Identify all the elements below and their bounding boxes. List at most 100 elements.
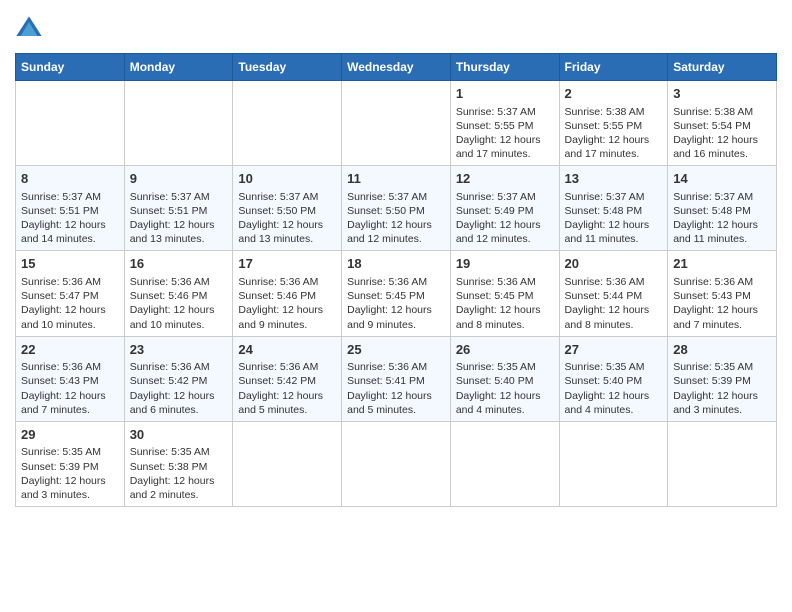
day-number: 27 [565, 341, 663, 359]
calendar-cell: 25Sunrise: 5:36 AMSunset: 5:41 PMDayligh… [342, 336, 451, 421]
calendar-cell: 17Sunrise: 5:36 AMSunset: 5:46 PMDayligh… [233, 251, 342, 336]
sunrise-text: Sunrise: 5:37 AM [130, 191, 210, 203]
sunset-text: Sunset: 5:55 PM [456, 120, 534, 132]
calendar-cell: 29Sunrise: 5:35 AMSunset: 5:39 PMDayligh… [16, 421, 125, 506]
sunrise-text: Sunrise: 5:38 AM [565, 106, 645, 118]
week-row-4: 22Sunrise: 5:36 AMSunset: 5:43 PMDayligh… [16, 336, 777, 421]
calendar-cell [16, 81, 125, 166]
page-header [15, 15, 777, 43]
sunrise-text: Sunrise: 5:36 AM [21, 361, 101, 373]
col-header-monday: Monday [124, 54, 233, 81]
sunrise-text: Sunrise: 5:36 AM [347, 276, 427, 288]
sunset-text: Sunset: 5:45 PM [347, 290, 425, 302]
sunset-text: Sunset: 5:40 PM [456, 375, 534, 387]
day-number: 30 [130, 426, 228, 444]
daylight-text: Daylight: 12 hours and 10 minutes. [21, 304, 106, 330]
calendar-cell: 22Sunrise: 5:36 AMSunset: 5:43 PMDayligh… [16, 336, 125, 421]
day-number: 18 [347, 255, 445, 273]
sunset-text: Sunset: 5:39 PM [21, 461, 99, 473]
calendar-cell: 2Sunrise: 5:38 AMSunset: 5:55 PMDaylight… [559, 81, 668, 166]
calendar-table: SundayMondayTuesdayWednesdayThursdayFrid… [15, 53, 777, 507]
day-number: 28 [673, 341, 771, 359]
daylight-text: Daylight: 12 hours and 10 minutes. [130, 304, 215, 330]
day-number: 16 [130, 255, 228, 273]
calendar-cell: 20Sunrise: 5:36 AMSunset: 5:44 PMDayligh… [559, 251, 668, 336]
sunrise-text: Sunrise: 5:37 AM [456, 106, 536, 118]
sunrise-text: Sunrise: 5:36 AM [238, 276, 318, 288]
sunrise-text: Sunrise: 5:38 AM [673, 106, 753, 118]
calendar-cell: 12 Sunrise: 5:37 AM Sunset: 5:49 PM Dayligh… [450, 166, 559, 251]
sunset-text: Sunset: 5:44 PM [565, 290, 643, 302]
day-number: 21 [673, 255, 771, 273]
sunrise-text: Sunrise: 5:36 AM [347, 361, 427, 373]
day-number: 10 [238, 170, 336, 188]
daylight-text: Daylight: 12 hours and 9 minutes. [347, 304, 432, 330]
daylight-text: Daylight: 12 hours and 2 minutes. [130, 475, 215, 501]
day-number: 14 [673, 170, 771, 188]
sunset-text: Sunset: 5:38 PM [130, 461, 208, 473]
daylight-text: Daylight: 12 hours and 14 minutes. [21, 219, 106, 245]
daylight-text: Daylight: 12 hours and 3 minutes. [673, 390, 758, 416]
daylight-text: Daylight: 12 hours and 7 minutes. [21, 390, 106, 416]
daylight-text: Daylight: 12 hours and 5 minutes. [347, 390, 432, 416]
calendar-cell: 1Sunrise: 5:37 AMSunset: 5:55 PMDaylight… [450, 81, 559, 166]
daylight-text: Daylight: 12 hours and 6 minutes. [130, 390, 215, 416]
calendar-cell: 19Sunrise: 5:36 AMSunset: 5:45 PMDayligh… [450, 251, 559, 336]
sunrise-text: Sunrise: 5:37 AM [456, 191, 536, 203]
daylight-text: Daylight: 12 hours and 13 minutes. [130, 219, 215, 245]
sunrise-text: Sunrise: 5:37 AM [21, 191, 101, 203]
daylight-text: Daylight: 12 hours and 4 minutes. [565, 390, 650, 416]
calendar-cell: 9Sunrise: 5:37 AMSunset: 5:51 PMDaylight… [124, 166, 233, 251]
logo [15, 15, 47, 43]
daylight-text: Daylight: 12 hours and 11 minutes. [673, 219, 758, 245]
sunrise-text: Sunrise: 5:37 AM [238, 191, 318, 203]
col-header-sunday: Sunday [16, 54, 125, 81]
sunset-text: Sunset: 5:51 PM [130, 205, 208, 217]
calendar-cell: 13Sunrise: 5:37 AMSunset: 5:48 PMDayligh… [559, 166, 668, 251]
sunset-text: Sunset: 5:50 PM [347, 205, 425, 217]
col-header-wednesday: Wednesday [342, 54, 451, 81]
calendar-cell [124, 81, 233, 166]
week-row-5: 29Sunrise: 5:35 AMSunset: 5:39 PMDayligh… [16, 421, 777, 506]
daylight-text: Daylight: 12 hours and 4 minutes. [456, 390, 541, 416]
week-row-2: 8 Sunrise: 5:37 AM Sunset: 5:51 PM Daylight… [16, 166, 777, 251]
calendar-cell: 28 Sunrise: 5:35 AM Sunset: 5:39 PM Dayligh… [668, 336, 777, 421]
day-number: 15 [21, 255, 119, 273]
calendar-cell [342, 421, 451, 506]
sunrise-text: Sunrise: 5:35 AM [565, 361, 645, 373]
daylight-text: Daylight: 12 hours and 7 minutes. [673, 304, 758, 330]
sunset-text: Sunset: 5:39 PM [673, 375, 751, 387]
daylight-text: Daylight: 12 hours and 17 minutes. [456, 134, 541, 160]
sunrise-text: Sunrise: 5:36 AM [456, 276, 536, 288]
day-number: 8 [21, 170, 119, 188]
day-number: 19 [456, 255, 554, 273]
calendar-cell: 21Sunrise: 5:36 AMSunset: 5:43 PMDayligh… [668, 251, 777, 336]
daylight-text: Daylight: 12 hours and 16 minutes. [673, 134, 758, 160]
sunrise-text: Sunrise: 5:36 AM [130, 361, 210, 373]
sunrise-text: Sunrise: 5:36 AM [673, 276, 753, 288]
day-number: 12 [456, 170, 554, 188]
day-number: 17 [238, 255, 336, 273]
daylight-text: Daylight: 12 hours and 3 minutes. [21, 475, 106, 501]
col-header-thursday: Thursday [450, 54, 559, 81]
day-number: 23 [130, 341, 228, 359]
sunrise-text: Sunrise: 5:36 AM [238, 361, 318, 373]
calendar-cell: 8 Sunrise: 5:37 AM Sunset: 5:51 PM Daylight… [16, 166, 125, 251]
calendar-cell [233, 81, 342, 166]
sunset-text: Sunset: 5:40 PM [565, 375, 643, 387]
sunrise-text: Sunrise: 5:35 AM [673, 361, 753, 373]
sunset-text: Sunset: 5:46 PM [238, 290, 316, 302]
calendar-cell: 24Sunrise: 5:36 AMSunset: 5:42 PMDayligh… [233, 336, 342, 421]
sunset-text: Sunset: 5:54 PM [673, 120, 751, 132]
daylight-text: Daylight: 12 hours and 5 minutes. [238, 390, 323, 416]
daylight-text: Daylight: 12 hours and 12 minutes. [456, 219, 541, 245]
sunset-text: Sunset: 5:50 PM [238, 205, 316, 217]
day-number: 22 [21, 341, 119, 359]
day-number: 25 [347, 341, 445, 359]
sunset-text: Sunset: 5:49 PM [456, 205, 534, 217]
sunrise-text: Sunrise: 5:36 AM [565, 276, 645, 288]
calendar-cell: 3Sunrise: 5:38 AMSunset: 5:54 PMDaylight… [668, 81, 777, 166]
sunset-text: Sunset: 5:48 PM [565, 205, 643, 217]
calendar-cell: 30Sunrise: 5:35 AMSunset: 5:38 PMDayligh… [124, 421, 233, 506]
sunset-text: Sunset: 5:51 PM [21, 205, 99, 217]
